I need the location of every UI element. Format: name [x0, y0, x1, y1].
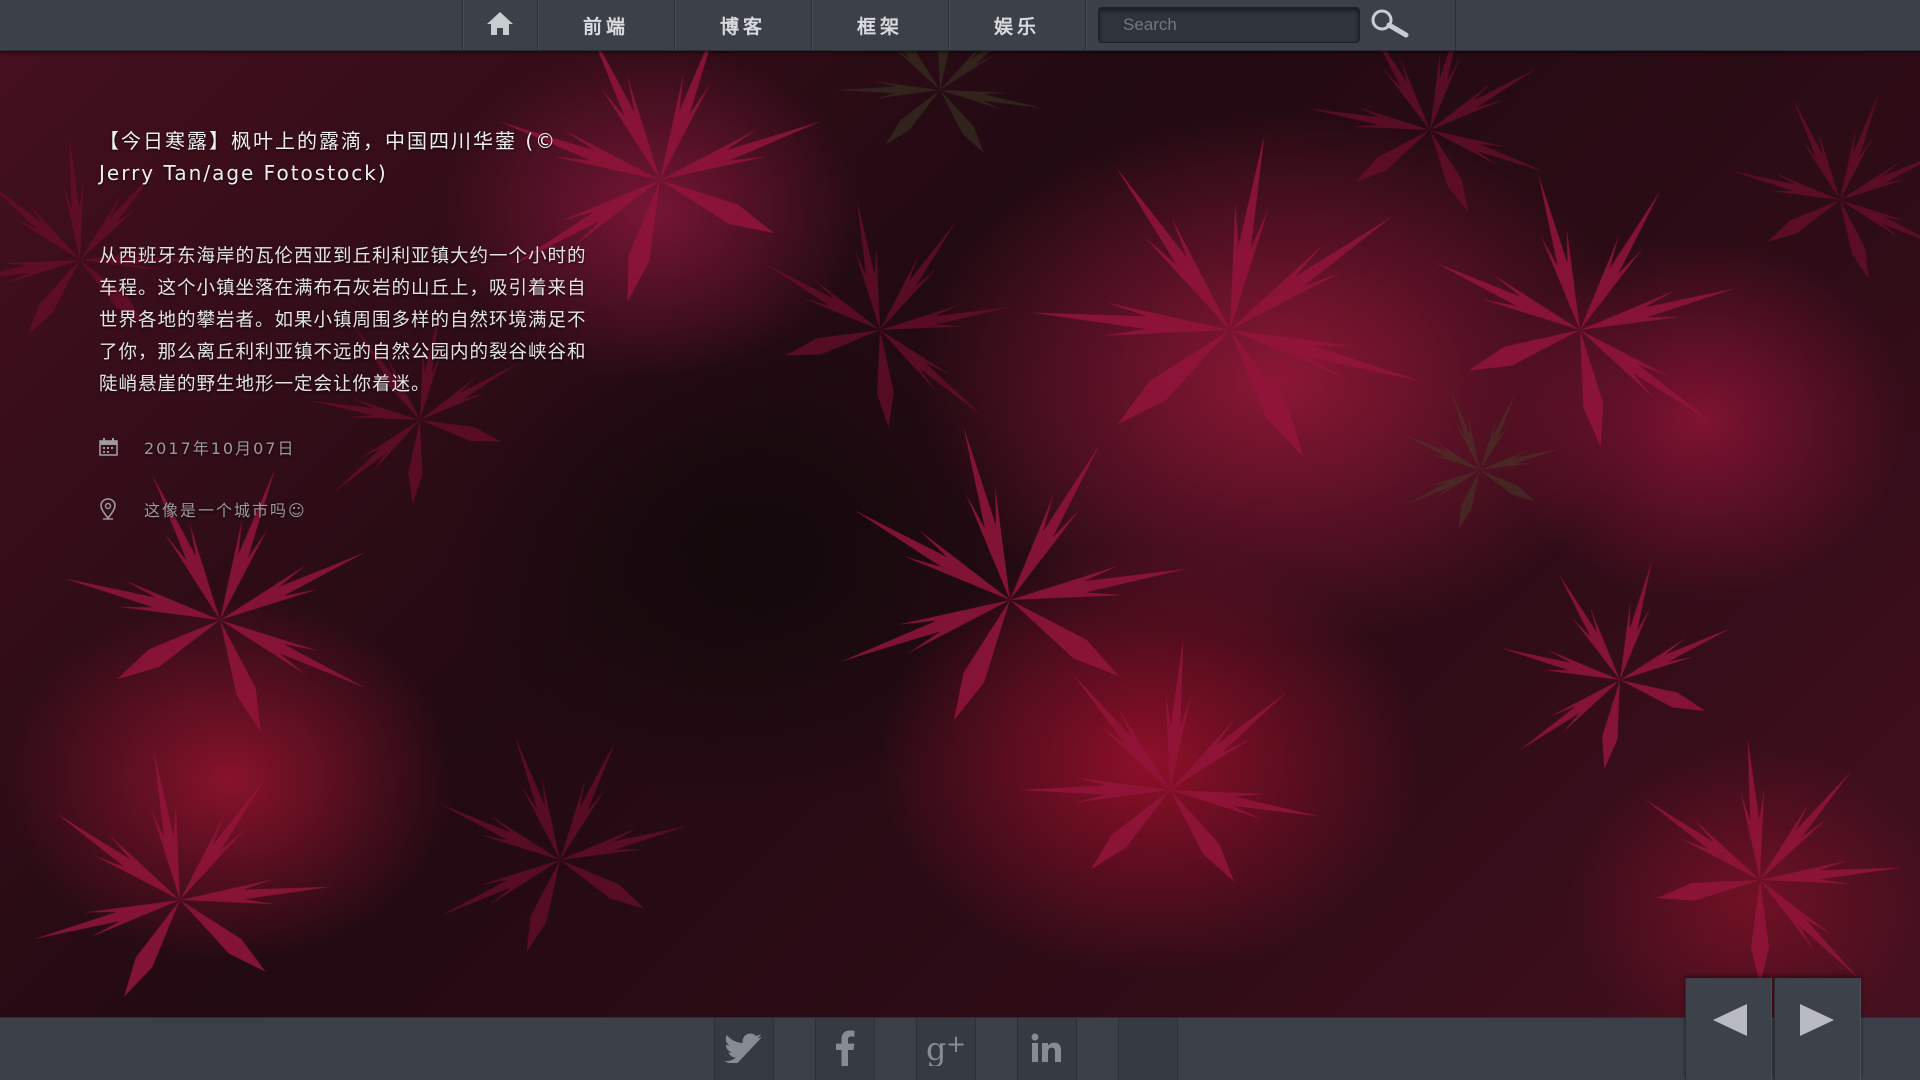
twitter-icon [724, 1033, 764, 1067]
arrow-left-icon [1709, 1002, 1749, 1042]
home-icon [485, 10, 515, 41]
google-plus-button[interactable]: g + [916, 1018, 976, 1080]
nav-item-label: 博客 [719, 15, 766, 38]
facebook-button[interactable] [815, 1018, 875, 1080]
nav-home-button[interactable] [463, 0, 538, 50]
article-date-row: 2017年10月07日 [99, 435, 599, 459]
search-button[interactable] [1360, 0, 1420, 50]
search-container [1086, 0, 1456, 50]
slider-controls [1685, 978, 1861, 1080]
next-slide-button[interactable] [1774, 978, 1861, 1080]
nav-item-label: 框架 [856, 15, 903, 38]
article-title: 【今日寒露】枫叶上的露滴，中国四川华蓥 (© Jerry Tan/age Fot… [99, 129, 558, 185]
arrow-right-icon [1798, 1002, 1838, 1042]
article-description: 从西班牙东海岸的瓦伦西亚到丘利利亚镇大约一个小时的车程。这个小镇坐落在满布石灰岩… [99, 246, 587, 395]
google-plus-icon: g + [924, 1030, 968, 1070]
nav-item-label: 前端 [582, 15, 629, 38]
magnifier-icon [1368, 8, 1412, 43]
article-location: 这像是一个城市吗☺ [144, 501, 307, 520]
linkedin-button[interactable] [1017, 1018, 1077, 1080]
location-pin-icon [99, 498, 144, 520]
linkedin-icon [1030, 1032, 1064, 1068]
social-links: g + [714, 1018, 1178, 1080]
main-nav: 前端 博客 框架 娱乐 [462, 0, 1456, 50]
top-navigation-bar: 前端 博客 框架 娱乐 [0, 0, 1920, 51]
bottom-bar: g + [0, 1017, 1920, 1080]
nav-item-label: 娱乐 [993, 15, 1040, 38]
svg-text:g: g [926, 1030, 946, 1066]
facebook-icon [834, 1030, 856, 1070]
nav-item-blog[interactable]: 博客 [675, 0, 812, 50]
nav-item-entertainment[interactable]: 娱乐 [949, 0, 1086, 50]
nav-item-framework[interactable]: 框架 [812, 0, 949, 50]
twitter-button[interactable] [714, 1018, 774, 1080]
article-date: 2017年10月07日 [144, 439, 296, 458]
svg-text:+: + [946, 1030, 966, 1058]
empty-social-slot[interactable] [1118, 1018, 1178, 1080]
calendar-icon [99, 438, 144, 456]
article-location-row: 这像是一个城市吗☺ [99, 497, 599, 521]
search-input[interactable] [1098, 7, 1360, 43]
page: 前端 博客 框架 娱乐 Search 【今日寒露】枫叶上的露滴，中国四川华蓥 (… [0, 0, 1920, 1080]
nav-item-frontend[interactable]: 前端 [538, 0, 675, 50]
article-panel: 【今日寒露】枫叶上的露滴，中国四川华蓥 (© Jerry Tan/age Fot… [99, 125, 599, 521]
prev-slide-button[interactable] [1685, 978, 1772, 1080]
